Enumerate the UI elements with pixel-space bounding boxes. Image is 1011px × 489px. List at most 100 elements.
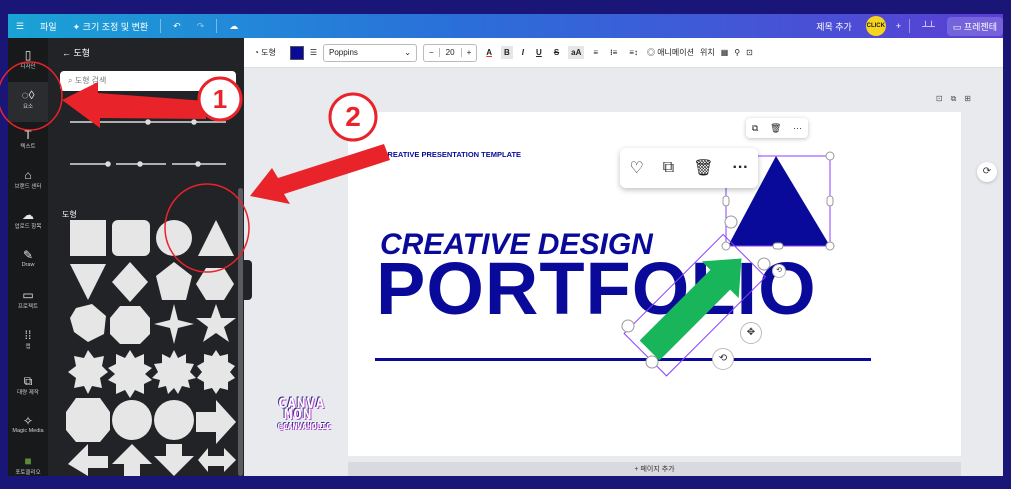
canvas-area: ⊡⧉⊞ ⟳ CREATIVE PRESENTATION TEMPLATE CRE…: [252, 68, 1003, 476]
divider: [160, 19, 162, 33]
duplicate-icon[interactable]: ⧉: [663, 159, 674, 177]
design-page[interactable]: CREATIVE PRESENTATION TEMPLATE CREATIVE …: [348, 112, 961, 456]
add-title-button[interactable]: 제목 추가: [808, 14, 860, 38]
step-number-2: 2: [345, 101, 361, 132]
panel-scrollbar[interactable]: [238, 188, 243, 476]
rail-item-magic-media[interactable]: ✧ Magic Media: [8, 408, 48, 448]
undo-icon[interactable]: ↶: [165, 14, 189, 38]
animate-label: 애니메이션: [657, 48, 694, 57]
green-arrow-element: [623, 233, 767, 377]
draw-icon: ✎: [22, 248, 34, 262]
transparency-icon[interactable]: ▦: [721, 48, 729, 57]
more-icon[interactable]: ···: [793, 123, 802, 133]
left-rail: ▯ 디자인 ◌◊ 요소 T 텍스트 ⌂ 브랜드 센터 ☁ 업로드 항목 ✎ Draw ▭ 프로…: [8, 38, 48, 476]
border-style-icon[interactable]: ☰: [310, 48, 317, 57]
delete-icon[interactable]: 🗑: [693, 158, 713, 178]
font-family-select[interactable]: Poppins ⌄: [322, 43, 417, 62]
move-icon[interactable]: ✥: [740, 322, 762, 344]
rail-item-bulk[interactable]: ⧉ 대량 제작: [8, 368, 48, 408]
font-size-stepper[interactable]: − 20 +: [422, 43, 478, 62]
shape-edit-button[interactable]: ◔ 도형: [254, 47, 276, 58]
underline-button[interactable]: U: [533, 46, 545, 59]
star-shape: [196, 304, 236, 342]
inverted-triangle-shape: [70, 264, 106, 300]
rotate-icon[interactable]: ⟲: [712, 348, 734, 370]
rail-item-uploads[interactable]: ☁ 업로드 항목: [8, 202, 48, 242]
right-arrow-shape: [196, 400, 236, 444]
comment-add-icon[interactable]: ♡: [629, 158, 643, 178]
lock-icon[interactable]: ⊡: [746, 48, 753, 57]
color-swatch[interactable]: [289, 45, 304, 60]
square-shape: [70, 220, 106, 256]
cloud-sync-icon[interactable]: ☁: [221, 14, 246, 38]
italic-button[interactable]: I: [519, 46, 527, 59]
strikethrough-button[interactable]: S: [551, 46, 562, 59]
rail-label: 대량 제작: [17, 390, 39, 396]
rotate-small-icon[interactable]: ⟲: [772, 264, 786, 278]
analytics-icon[interactable]: ┴┴: [914, 14, 943, 38]
up-arrow-shape: [112, 444, 152, 476]
line-node: [191, 119, 197, 125]
rail-item-photo[interactable]: ■ 포토클리오: [8, 448, 48, 476]
file-menu[interactable]: 파일: [32, 14, 65, 38]
font-size-value[interactable]: 20: [438, 48, 462, 57]
lock-icon[interactable]: ⊡: [936, 94, 951, 103]
duplicate-icon[interactable]: ⧉: [752, 123, 758, 134]
line-node: [105, 161, 111, 167]
present-button[interactable]: ▭ 프레젠테: [946, 16, 1003, 36]
comment-icon[interactable]: ⟳: [977, 162, 997, 182]
shape-options[interactable]: [66, 220, 236, 476]
letter-case-button[interactable]: aA: [568, 46, 585, 59]
element-context-menu: ♡ ⧉ 🗑 ···: [620, 148, 758, 188]
bold-button[interactable]: B: [501, 46, 513, 59]
resize-menu[interactable]: ✦ 크기 조정 및 변환: [65, 14, 157, 38]
list-button[interactable]: ⁝≡: [607, 46, 620, 59]
editor-window: ☰ 파일 ✦ 크기 조정 및 변환 ↶ ↷ ☁ 제목 추가 CLICK + ┴┴…: [8, 14, 1003, 476]
shapes-section-title: 도형: [62, 210, 77, 219]
duplicate-page-icon[interactable]: ⧉: [951, 94, 965, 103]
more-icon[interactable]: ···: [732, 159, 748, 177]
triangle-shape: [198, 220, 234, 256]
decrease-size-button[interactable]: −: [424, 48, 439, 57]
rail-item-projects[interactable]: ▭ 프로젝트: [8, 282, 48, 322]
pentagon-shape: [156, 262, 192, 300]
add-collaborator-button[interactable]: +: [892, 14, 905, 38]
rounded-square-shape: [112, 220, 150, 256]
rail-label: 프로젝트: [17, 304, 39, 310]
rail-item-draw[interactable]: ✎ Draw: [8, 242, 48, 282]
rail-item-design[interactable]: ▯ 디자인: [8, 42, 48, 82]
divider: [216, 19, 218, 33]
increase-size-button[interactable]: +: [462, 48, 477, 57]
add-page-button[interactable]: + 페이지 추가: [348, 462, 961, 476]
rail-item-text[interactable]: T 텍스트: [8, 122, 48, 162]
top-bar-right: 제목 추가 CLICK + ┴┴ ▭ 프레젠테: [808, 14, 1003, 38]
redo-icon[interactable]: ↷: [189, 14, 213, 38]
add-page-icon[interactable]: ⊞: [964, 94, 979, 103]
rail-label: 포토클리오: [15, 470, 41, 476]
rail-item-elements[interactable]: ◌◊ 요소: [8, 82, 48, 122]
panel-collapse-handle[interactable]: [244, 260, 252, 300]
scalloped-shape: [154, 400, 194, 440]
diamond-shape: [112, 262, 148, 302]
avatar[interactable]: CLICK: [865, 16, 886, 36]
align-button[interactable]: ≡: [590, 46, 601, 59]
present-icon: ▭: [952, 21, 962, 32]
present-label: 프레젠테: [963, 21, 997, 32]
rail-label: Draw: [21, 262, 35, 268]
rail-item-apps[interactable]: ⁞⁞ 앱: [8, 322, 48, 362]
decagon-shape: [66, 398, 110, 442]
line-node: [145, 119, 151, 125]
circle-shape: [156, 220, 192, 256]
text-color-button[interactable]: A: [483, 46, 495, 59]
delete-icon[interactable]: 🗑: [770, 123, 781, 134]
four-point-star-shape: [154, 304, 194, 344]
copy-style-icon[interactable]: ⚲: [734, 48, 740, 57]
hamburger-icon[interactable]: ☰: [8, 14, 32, 38]
spacing-button[interactable]: ≡↕: [626, 46, 641, 59]
rail-label: Magic Media: [12, 428, 44, 434]
line-samples[interactable]: [70, 119, 226, 167]
position-button[interactable]: 위치: [700, 47, 715, 58]
rail-item-brand[interactable]: ⌂ 브랜드 센터: [8, 162, 48, 202]
animate-button[interactable]: ◎ 애니메이션: [647, 47, 694, 58]
left-arrow-shape: [68, 444, 108, 476]
